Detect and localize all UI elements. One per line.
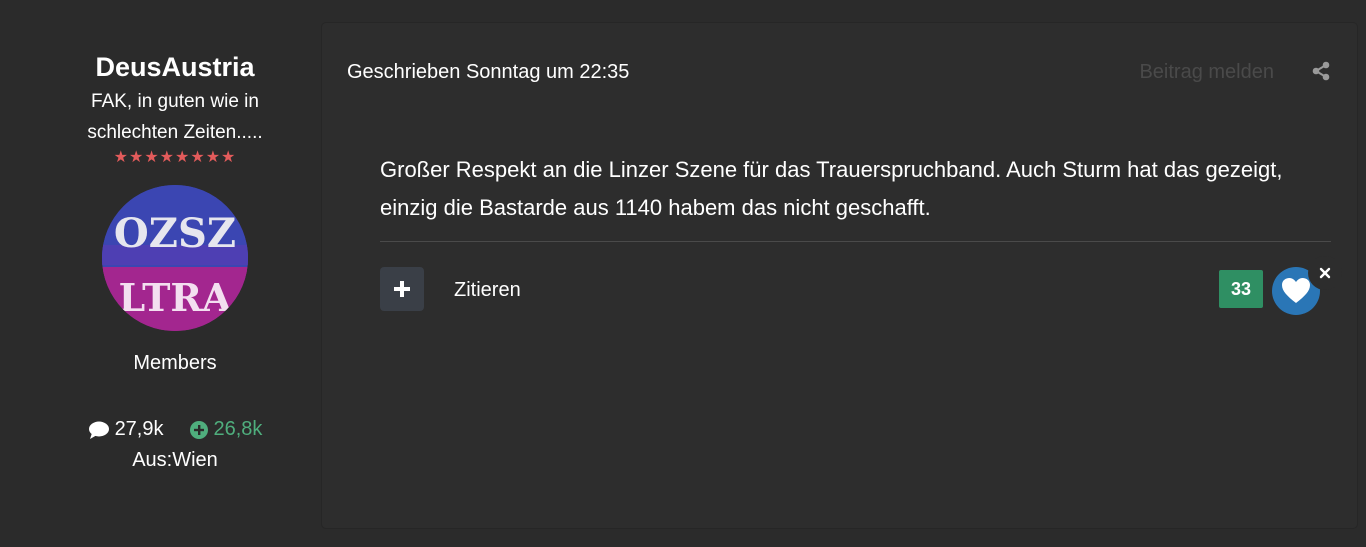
quote-button[interactable]: Zitieren <box>454 279 521 302</box>
avatar-image: OZSZ LTRA <box>102 185 248 331</box>
plus-circle-icon <box>189 420 208 439</box>
reaction-count-badge[interactable]: 33 <box>1219 270 1263 308</box>
posts-count-value: 27,9k <box>114 418 164 440</box>
heart-icon <box>1282 278 1310 303</box>
post-body: Geschrieben Sonntag um 22:35 Beitrag mel… <box>322 23 1357 528</box>
close-icon <box>1319 267 1331 279</box>
post-content: Großer Respekt an die Linzer Szene für d… <box>380 157 1283 220</box>
share-icon[interactable] <box>1311 61 1331 81</box>
author-group: Members <box>133 352 217 374</box>
divider <box>380 241 1331 242</box>
reputation-value: 26,8k <box>213 418 263 440</box>
forum-post: DeusAustria FAK, in guten wie in schlech… <box>0 0 1366 547</box>
remove-reaction-button[interactable] <box>1308 256 1342 290</box>
post-date[interactable]: Geschrieben Sonntag um 22:35 <box>347 61 629 84</box>
comment-icon <box>88 421 109 439</box>
rank-stars: ★★★★★★★★ <box>113 149 237 166</box>
avatar-text-top: OZSZ <box>114 210 236 257</box>
author-title: FAK, in guten wie in schlechten Zeiten..… <box>87 91 263 143</box>
author-stats: 27,9k 26,8k <box>30 418 320 441</box>
author-location: Aus:Wien <box>132 449 218 471</box>
plus-icon <box>394 281 410 297</box>
multiquote-button[interactable] <box>380 267 424 311</box>
avatar-text-bottom: LTRA <box>119 275 232 320</box>
posts-count: 27,9k <box>88 418 164 441</box>
author-panel: DeusAustria FAK, in guten wie in schlech… <box>30 52 320 472</box>
reputation-count: 26,8k <box>189 418 263 441</box>
author-name[interactable]: DeusAustria <box>30 52 320 83</box>
avatar[interactable]: OZSZ LTRA <box>102 185 248 331</box>
report-post-link[interactable]: Beitrag melden <box>1139 61 1274 84</box>
